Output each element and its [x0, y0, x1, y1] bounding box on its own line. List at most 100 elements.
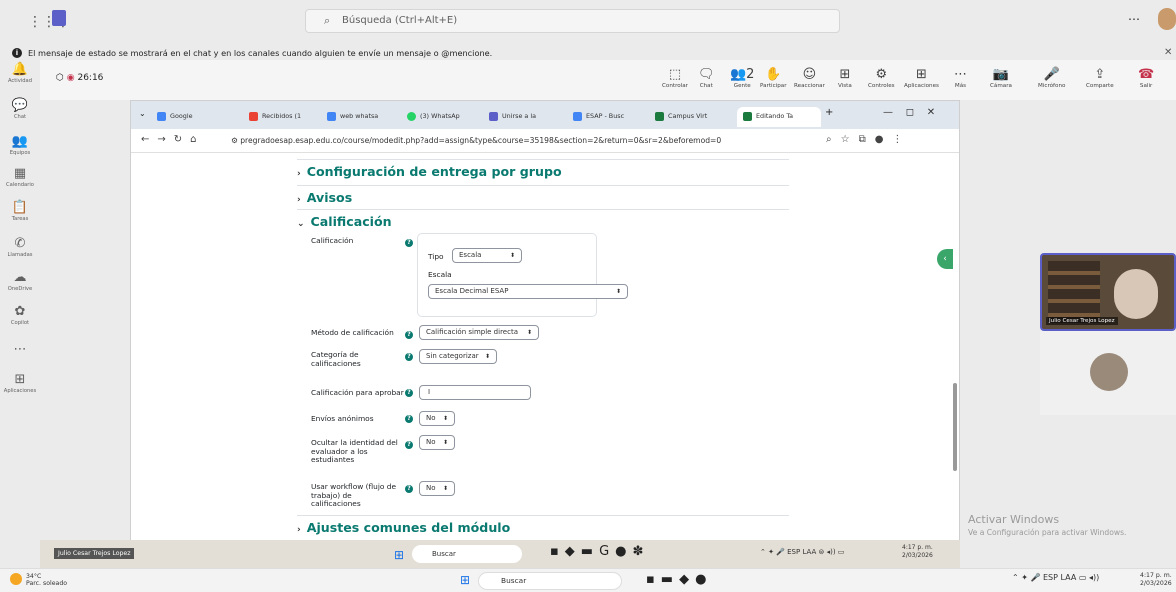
page-scrollbar[interactable] [953, 383, 957, 471]
video-tile-participant[interactable]: Julio Cesar Trejos Lopez [1040, 253, 1176, 331]
rail-item-copilot[interactable]: ✿ Copilot [0, 304, 40, 326]
moodle-icon [743, 111, 752, 121]
camera-icon: 📷 [992, 67, 1010, 82]
control-button[interactable]: ⬚ Controlar [662, 66, 688, 89]
taskbar-search[interactable]: Buscar [412, 545, 522, 563]
select-value: Escala Decimal ESAP [435, 287, 509, 295]
category-select[interactable]: Sin categorizar ⬍ [419, 349, 497, 364]
view-button[interactable]: ⊞ Vista [838, 66, 852, 89]
rail-item-more[interactable]: ⋯ [0, 342, 40, 358]
rail-label: Chat [13, 114, 27, 120]
react-button[interactable]: ☺ Reaccionar [794, 66, 825, 89]
grading-method-select[interactable]: Calificación simple directa ⬍ [419, 325, 539, 340]
apps-button[interactable]: ⊞ Aplicaciones [904, 66, 939, 89]
grade-fieldset: Tipo Escala ⬍ Escala Escala Decimal ESAP ⬍ [417, 233, 628, 317]
tab-esap-search[interactable]: ESAP - Busc [573, 107, 641, 127]
weather-widget[interactable]: 34°C Parc. soleado [26, 573, 67, 587]
rail-item-chat[interactable]: 💬 Chat [0, 98, 40, 120]
new-tab-icon[interactable]: + [825, 107, 833, 118]
tab-label: Google [170, 112, 193, 120]
workflow-select[interactable]: No ⬍ [419, 481, 455, 496]
apps-label: Aplicaciones [904, 83, 939, 89]
raise-hand-button[interactable]: ✋ Participar [760, 66, 787, 89]
rail-item-calendar[interactable]: ▦ Calendario [0, 166, 40, 188]
search-text: Buscar [501, 576, 527, 585]
taskbar-clock[interactable]: 4:17 p. m. 2/03/2026 [1140, 572, 1172, 588]
hide-grader-select[interactable]: No ⬍ [419, 435, 455, 450]
tab-list-icon[interactable]: ⌄ [139, 109, 146, 118]
tab-label: Unirse a la [502, 112, 537, 120]
taskbar-app-icons[interactable]: ▪▬◆● [646, 572, 712, 587]
help-icon[interactable]: ? [405, 389, 413, 397]
taskbar-search[interactable]: Buscar [478, 572, 622, 590]
section-title: Ajustes comunes del módulo [306, 520, 511, 535]
section-module-settings[interactable]: › Ajustes comunes del módulo [297, 515, 789, 539]
select-caret-icon: ⬍ [615, 288, 621, 295]
tab-google[interactable]: Google [157, 107, 233, 127]
copilot-icon: ✿ [14, 304, 26, 319]
rail-item-calls[interactable]: ✆ Llamadas [0, 236, 40, 258]
section-calificacion[interactable]: ⌄ Calificación [297, 209, 789, 231]
tab-gmail[interactable]: Recibidos (1 [249, 107, 317, 127]
rail-item-activity[interactable]: 🔔 Actividad [0, 62, 40, 84]
help-icon[interactable]: ? [405, 485, 413, 493]
taskbar-app-icons[interactable]: ▪◆▬G●✽ [550, 544, 649, 559]
tab-campus-virtual[interactable]: Campus Virt [655, 107, 723, 127]
section-avisos[interactable]: › Avisos [297, 185, 789, 207]
tab-editing-task[interactable]: Editando Ta [737, 107, 821, 127]
anonimos-label: Envíos anónimos [311, 414, 374, 423]
clock-date: 2/03/2026 [1140, 580, 1172, 587]
url-field[interactable]: ⚙ pregradoesap.esap.edu.co/course/modedi… [231, 133, 851, 149]
anonymous-select[interactable]: No ⬍ [419, 411, 455, 426]
windows-start-icon[interactable]: ⊞ [460, 573, 470, 587]
system-tray[interactable]: ⌃ ✦ 🎤 ESP LAA ⊜ ◂)) ▭ [760, 548, 844, 556]
window-controls[interactable]: — ◻ ✕ [883, 107, 935, 118]
hand-icon: ✋ [765, 67, 782, 82]
help-icon[interactable]: ? [405, 415, 413, 423]
system-tray[interactable]: ⌃ ✦ 🎤 ESP LAA ▭ ◂)) [1012, 573, 1099, 582]
help-icon[interactable]: ? [405, 331, 413, 339]
rail-item-teams[interactable]: 👥 Equipos [0, 134, 40, 156]
windows-start-icon[interactable]: ⊞ [394, 548, 404, 562]
video-tile-self[interactable] [1040, 331, 1176, 415]
leave-button[interactable]: ☎ Salir [1138, 66, 1154, 89]
mic-button[interactable]: 🎤 Micrófono [1038, 66, 1065, 89]
toolbar-icons[interactable]: ⌕☆⧉●⋮ [826, 134, 911, 145]
more-options-icon[interactable]: ⋯ [1128, 12, 1140, 26]
camera-button[interactable]: 📷 Cámara [990, 66, 1012, 89]
help-icon[interactable]: ? [405, 441, 413, 449]
teams-icon [489, 111, 498, 121]
people-button[interactable]: 👥2 Gente [730, 66, 754, 89]
user-avatar[interactable] [1158, 8, 1176, 30]
rail-item-onedrive[interactable]: ☁ OneDrive [0, 270, 40, 292]
rail-label: Aplicaciones [3, 388, 37, 394]
rail-item-apps[interactable]: ⊞ Aplicaciones [0, 372, 40, 394]
search-input[interactable]: ⌕ Búsqueda (Ctrl+Alt+E) [305, 9, 840, 33]
scale-select[interactable]: Escala Decimal ESAP ⬍ [428, 284, 628, 299]
drawer-toggle[interactable]: ‹ [937, 249, 953, 269]
rail-item-tasks[interactable]: 📋 Tareas [0, 200, 40, 222]
more-button[interactable]: ⋯ Más [954, 66, 967, 89]
temperature: 34°C [26, 573, 42, 580]
notice-text: El mensaje de estado se mostrará en el c… [28, 48, 493, 58]
section-group-submission[interactable]: › Configuración de entrega por grupo [297, 159, 789, 181]
controls-button[interactable]: ⚙ Controles [868, 66, 895, 89]
chat-button[interactable]: 🗨 Chat [698, 66, 715, 89]
help-icon[interactable]: ? [405, 239, 413, 247]
tab-teams-join[interactable]: Unirse a la [489, 107, 561, 127]
share-button[interactable]: ⇪ Comparte [1086, 66, 1114, 89]
taskbar-clock[interactable]: 4:17 p. m. 2/03/2026 [902, 544, 933, 560]
tab-web-whatsapp[interactable]: web whatsa [327, 107, 395, 127]
clock-date: 2/03/2026 [902, 552, 933, 559]
nav-buttons[interactable]: ←→↻⌂ [141, 134, 204, 145]
google-icon [157, 111, 166, 121]
help-icon[interactable]: ? [405, 353, 413, 361]
tab-whatsapp[interactable]: (3) WhatsAp [407, 107, 475, 127]
mic-label: Micrófono [1038, 83, 1066, 89]
search-text: Buscar [432, 550, 456, 558]
grade-type-select[interactable]: Escala ⬍ [452, 248, 522, 263]
close-icon[interactable]: ✕ [1164, 46, 1172, 60]
shield-icon: ⬡ [56, 73, 64, 83]
teams-left-rail: 🔔 Actividad 💬 Chat 👥 Equipos ▦ Calendario 📋 T… [0, 60, 40, 568]
grade-to-pass-input[interactable]: I [419, 385, 531, 400]
